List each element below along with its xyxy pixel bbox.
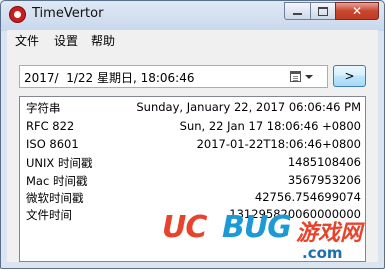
result-value: 3567953206 xyxy=(287,173,361,187)
maximize-button[interactable] xyxy=(310,2,336,20)
watermark-logo: UC BUG 游戏网 .com xyxy=(162,206,382,266)
result-label: ISO 8601 xyxy=(26,137,79,151)
datetime-picker[interactable]: 2017/ 1/22 星期日, 18:06:46 xyxy=(19,65,328,88)
result-row: RFC 822 Sun, 22 Jan 17 18:06:46 +0800 xyxy=(20,118,365,135)
result-value: Sun, 22 Jan 17 18:06:46 +0800 xyxy=(179,119,361,133)
watermark-uc: UC xyxy=(162,210,207,245)
result-value: 1485108406 xyxy=(287,155,361,169)
result-label: RFC 822 xyxy=(26,119,75,133)
app-window: TimeVertor ✕ 文件 设置 帮助 2017/ 1/22 星期日, 18… xyxy=(0,0,385,269)
result-label: Mac 时间戳 xyxy=(26,174,88,188)
watermark-bug: BUG xyxy=(222,210,292,245)
menu-bar: 文件 设置 帮助 xyxy=(7,30,378,50)
result-row: ISO 8601 2017-01-22T18:06:46+0800 xyxy=(20,136,365,153)
menu-help[interactable]: 帮助 xyxy=(91,32,115,49)
minimize-icon xyxy=(293,13,302,15)
result-value: Sunday, January 22, 2017 06:06:46 PM xyxy=(136,100,361,114)
clock-app-icon xyxy=(9,6,26,23)
result-row: 字符串 Sunday, January 22, 2017 06:06:46 PM xyxy=(20,99,365,116)
watermark-domain: .com xyxy=(302,244,343,262)
chevron-down-icon[interactable] xyxy=(305,75,313,79)
result-label: UNIX 时间戳 xyxy=(26,156,93,170)
calendar-icon[interactable] xyxy=(290,71,301,82)
result-label: 微软时间戳 xyxy=(26,191,84,205)
result-value: 2017-01-22T18:06:46+0800 xyxy=(196,137,361,151)
result-value: 42756.754699074 xyxy=(254,190,361,204)
result-label: 文件时间 xyxy=(26,208,72,222)
result-label: 字符串 xyxy=(26,101,61,115)
result-row: UNIX 时间戳 1485108406 xyxy=(20,154,365,171)
menu-settings[interactable]: 设置 xyxy=(54,32,78,49)
menu-file[interactable]: 文件 xyxy=(15,32,39,49)
convert-button[interactable]: > xyxy=(333,65,366,87)
window-title: TimeVertor xyxy=(32,6,104,21)
close-icon: ✕ xyxy=(351,4,363,18)
close-button[interactable]: ✕ xyxy=(335,2,379,20)
maximize-icon xyxy=(318,6,328,16)
result-row: Mac 时间戳 3567953206 xyxy=(20,172,365,189)
title-bar[interactable]: TimeVertor ✕ xyxy=(1,1,384,29)
watermark-cn: 游戏网 xyxy=(296,220,363,246)
datetime-value[interactable]: 2017/ 1/22 星期日, 18:06:46 xyxy=(24,69,195,86)
minimize-button[interactable] xyxy=(284,2,311,20)
result-row: 微软时间戳 42756.754699074 xyxy=(20,189,365,206)
